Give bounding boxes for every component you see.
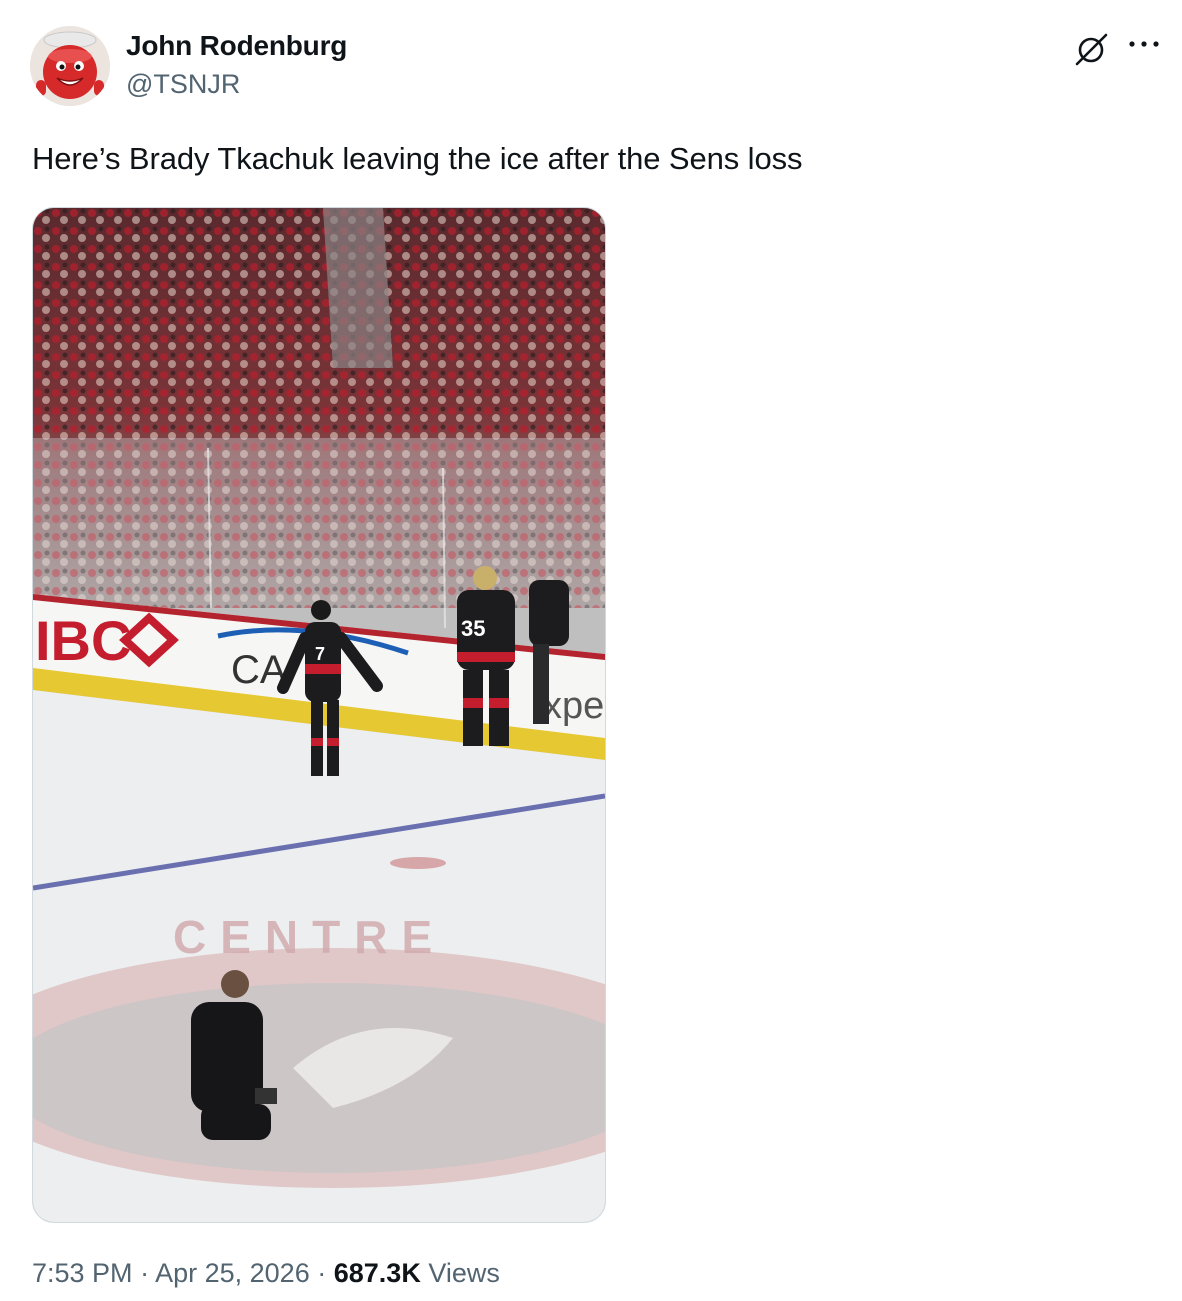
tweet-date[interactable]: Apr 25, 2026 — [155, 1258, 310, 1288]
kool-aid-man-avatar-icon — [30, 26, 110, 106]
tweet-text: Here’s Brady Tkachuk leaving the ice aft… — [32, 141, 803, 176]
tweet-media-video[interactable]: IBC CA xpe CENTRE 7 35 — [32, 207, 606, 1223]
display-name[interactable]: John Rodenburg — [126, 28, 347, 64]
views-count[interactable]: 687.3K — [334, 1258, 421, 1288]
tweet-header: John Rodenburg @TSNJR — [30, 24, 1162, 106]
center-ice-text: CENTRE — [173, 911, 446, 963]
avatar[interactable] — [30, 26, 110, 106]
tweet-container: John Rodenburg @TSNJR Here’s Brady Tkach… — [0, 0, 1182, 1301]
author-names: John Rodenburg @TSNJR — [126, 28, 347, 102]
hockey-video-frame: IBC CA xpe CENTRE 7 35 — [33, 208, 605, 1222]
grok-icon[interactable] — [1072, 30, 1112, 70]
user-handle[interactable]: @TSNJR — [126, 66, 347, 102]
more-horizontal-icon[interactable] — [1126, 32, 1162, 56]
board-ad-left-text: IBC — [35, 609, 131, 672]
header-actions — [1052, 28, 1162, 68]
tweet-meta: 7:53 PM · Apr 25, 2026 · 687.3K Views — [32, 1255, 500, 1291]
meta-separator: · — [317, 1258, 327, 1288]
tweet-time[interactable]: 7:53 PM — [32, 1258, 133, 1288]
jersey-number-7: 7 — [315, 644, 325, 664]
jersey-number-35: 35 — [461, 616, 485, 641]
board-ad-right-text: xpe — [543, 685, 604, 727]
views-label[interactable]: Views — [428, 1258, 500, 1288]
meta-separator: · — [140, 1258, 150, 1288]
